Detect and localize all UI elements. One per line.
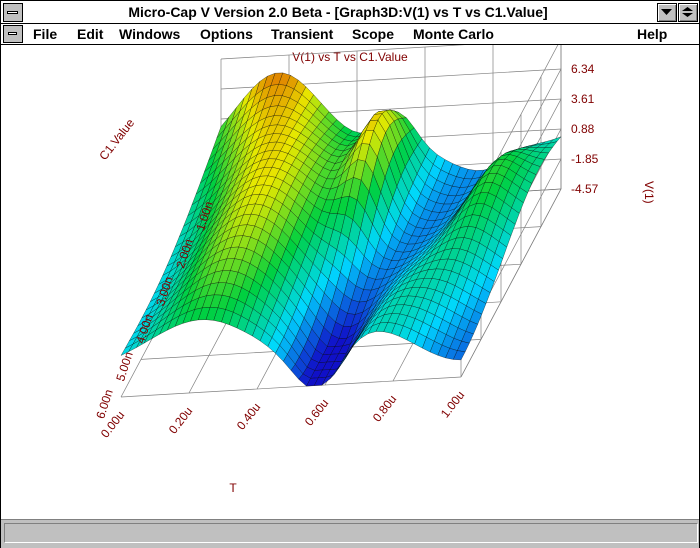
x-tick-label: 1.00u bbox=[438, 388, 468, 420]
minimize-arrow-icon bbox=[661, 9, 672, 15]
document-control-menu-button[interactable] bbox=[3, 25, 23, 43]
graph3d-plot-area[interactable]: V(1) vs T vs C1.Value 0.00u 0.20u 0.40u 0.6… bbox=[1, 32, 699, 519]
x-axis-title: T bbox=[229, 481, 237, 495]
y-axis-title: C1.Value bbox=[96, 116, 137, 163]
status-bar bbox=[1, 519, 699, 548]
app-window: Micro-Cap V Version 2.0 Beta - [Graph3D:… bbox=[0, 0, 700, 548]
z-tick-label: -1.85 bbox=[571, 152, 599, 166]
restore-button[interactable] bbox=[678, 3, 698, 22]
z-tick-label: 6.34 bbox=[571, 62, 595, 76]
title-bar[interactable]: Micro-Cap V Version 2.0 Beta - [Graph3D:… bbox=[1, 1, 699, 24]
y-tick-label: 5.00n bbox=[113, 350, 136, 383]
x-tick-label: 0.40u bbox=[234, 400, 264, 432]
menu-file[interactable]: File bbox=[33, 26, 57, 42]
window-title: Micro-Cap V Version 2.0 Beta - [Graph3D:… bbox=[128, 4, 548, 20]
surface-chart: V(1) vs T vs C1.Value 0.00u 0.20u 0.40u 0.6… bbox=[93, 32, 656, 495]
menu-options[interactable]: Options bbox=[200, 26, 253, 42]
status-field bbox=[4, 523, 698, 543]
x-tick-label: 0.20u bbox=[166, 404, 196, 436]
menu-edit[interactable]: Edit bbox=[77, 26, 103, 42]
z-axis-title: V(1) bbox=[642, 181, 656, 204]
menu-bar: File Edit Windows Options Transient Scop… bbox=[1, 24, 699, 45]
floor-gridline-c bbox=[120, 376, 462, 398]
menu-monte-carlo[interactable]: Monte Carlo bbox=[413, 26, 494, 42]
z-tick-label: 3.61 bbox=[571, 92, 595, 106]
z-tick-label: 9.07 bbox=[571, 45, 595, 46]
menu-help[interactable]: Help bbox=[637, 26, 667, 42]
menu-windows[interactable]: Windows bbox=[119, 26, 180, 42]
menu-scope[interactable]: Scope bbox=[352, 26, 394, 42]
chart-title: V(1) vs T vs C1.Value bbox=[292, 50, 408, 64]
minimize-button[interactable] bbox=[657, 3, 677, 22]
menu-transient[interactable]: Transient bbox=[271, 26, 333, 42]
x-tick-label: 0.60u bbox=[302, 396, 332, 428]
surface-layer bbox=[120, 72, 562, 387]
z-tick-label: 0.88 bbox=[571, 122, 595, 136]
restore-arrows-icon bbox=[682, 7, 693, 17]
x-tick-label: 0.80u bbox=[370, 392, 400, 424]
z-tick-label: -4.57 bbox=[571, 182, 599, 196]
system-menu-button[interactable] bbox=[3, 3, 23, 22]
